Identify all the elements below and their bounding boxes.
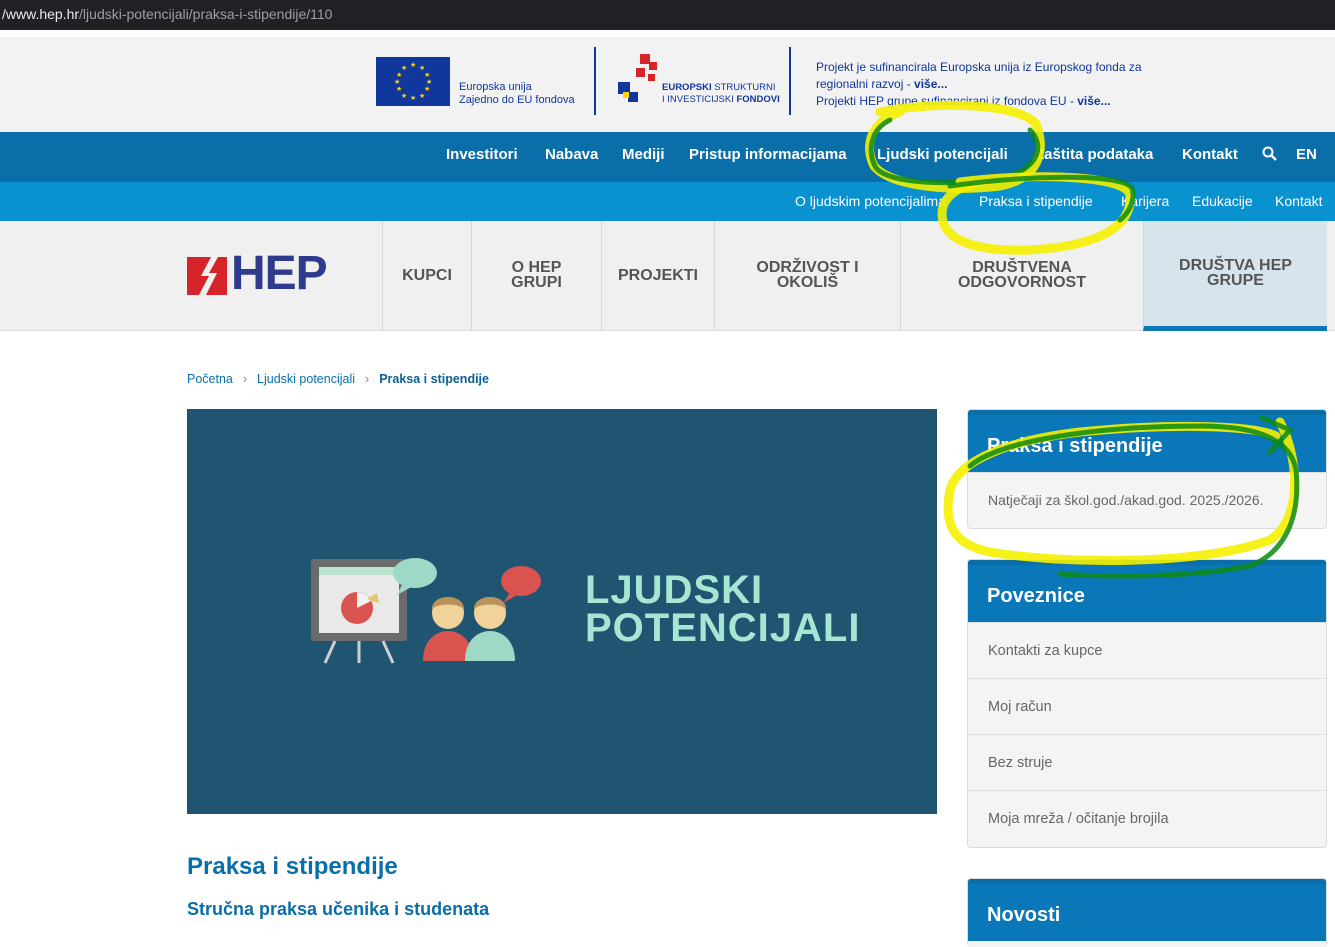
sidebar-link-moj-racun[interactable]: Moj račun	[968, 678, 1326, 734]
hero-banner: LJUDSKI POTENCIJALI	[187, 409, 937, 814]
url-host: /www.hep.hr	[2, 6, 80, 22]
sidebar-box-poveznice: Poveznice Kontakti za kupce Moj račun Be…	[967, 559, 1327, 848]
esif-logo-icon	[618, 54, 657, 102]
more-link[interactable]: više...	[1077, 94, 1110, 108]
top-navigation: Investitori Nabava Mediji Pristup inform…	[0, 132, 1335, 182]
sub-navigation: O ljudskim potencijalima Praksa i stipen…	[0, 182, 1335, 221]
sidebar-link-moja-mreza[interactable]: Moja mreža / očitanje brojila	[968, 790, 1326, 846]
page-title: Praksa i stipendije	[187, 853, 398, 880]
page-subtitle: Stručna praksa učenika i studenata	[187, 899, 490, 919]
more-link[interactable]: više...	[914, 77, 947, 91]
topnav-pristup-informacijama[interactable]: Pristup informacijama	[689, 132, 847, 182]
topnav-kontakt[interactable]: Kontakt	[1182, 132, 1238, 182]
breadcrumb-current: Praksa i stipendije	[379, 372, 489, 386]
divider	[594, 47, 596, 115]
search-icon[interactable]	[1262, 146, 1277, 166]
breadcrumb-home[interactable]: Početna	[187, 372, 233, 386]
browser-url-bar[interactable]: /www.hep.hr/ljudski-potencijali/praksa-i…	[0, 0, 1335, 30]
eu-flag-logo: ★ ★ ★ ★ ★ ★ ★ ★ ★ ★ ★ ★	[376, 57, 450, 106]
breadcrumb: Početna › Ljudski potencijali › Praksa i sti…	[187, 372, 489, 386]
topnav-nabava[interactable]: Nabava	[545, 132, 598, 182]
chevron-right-icon: ›	[242, 372, 248, 386]
mainnav-kupci[interactable]: KUPCI	[382, 221, 471, 331]
mainnav-o-hep-grupi[interactable]: O HEP GRUPI	[471, 221, 601, 331]
hep-bolt-icon	[187, 257, 227, 295]
subnav-kontakt[interactable]: Kontakt	[1275, 182, 1322, 221]
sidebar-box-praksa: Praksa i stipendije Natječaji za škol.go…	[967, 409, 1327, 529]
language-switch[interactable]: EN	[1296, 132, 1317, 182]
breadcrumb-section[interactable]: Ljudski potencijali	[257, 372, 355, 386]
mainnav-drustva-hep-grupe[interactable]: DRUŠTVA HEP GRUPE	[1143, 221, 1327, 331]
sidebar-link-bez-struje[interactable]: Bez struje	[968, 734, 1326, 790]
mainnav-projekti[interactable]: PROJEKTI	[601, 221, 714, 331]
subnav-praksa-i-stipendije[interactable]: Praksa i stipendije	[979, 182, 1093, 221]
mainnav-drustvena-odgovornost[interactable]: DRUŠTVENA ODGOVORNOST	[900, 221, 1143, 331]
url-path: /ljudski-potencijali/praksa-i-stipendije…	[79, 6, 333, 22]
topnav-ljudski-potencijali[interactable]: Ljudski potencijali	[877, 132, 1008, 182]
sidebar-link-natjecaji[interactable]: Natječaji za škol.god./akad.god. 2025./2…	[968, 472, 1326, 528]
mainnav-odrzivost-i-okolis[interactable]: ODRŽIVOST I OKOLIŠ	[714, 221, 900, 331]
sidebar-link-kontakti-za-kupce[interactable]: Kontakti za kupce	[968, 622, 1326, 678]
sidebar-box-title: Poveznice	[968, 560, 1326, 622]
main-navigation: HEP KUPCI O HEP GRUPI PROJEKTI ODRŽIVOST …	[0, 221, 1335, 331]
divider	[789, 47, 791, 115]
hero-title: LJUDSKI POTENCIJALI	[585, 568, 861, 650]
presentation-people-icon	[311, 558, 541, 664]
eu-logo-text: Europska unija Zajedno do EU fondova	[459, 81, 575, 106]
eu-funding-banner: ★ ★ ★ ★ ★ ★ ★ ★ ★ ★ ★ ★ Europska unija Zajedno do EU…	[0, 37, 1335, 132]
chevron-right-icon: ›	[365, 372, 370, 386]
topnav-zastita-podataka[interactable]: Zaštita podataka	[1035, 132, 1153, 182]
sidebar-box-novosti: Novosti	[967, 878, 1327, 947]
topnav-mediji[interactable]: Mediji	[622, 132, 665, 182]
subnav-edukacije[interactable]: Edukacije	[1192, 182, 1253, 221]
esif-logo-text: EUROPSKI STRUKTURNI I INVESTICIJSKI FONDO…	[662, 82, 780, 105]
sidebar-box-title: Novosti	[968, 879, 1326, 941]
sidebar-box-title: Praksa i stipendije	[968, 410, 1326, 472]
subnav-o-ljudskim-potencijalima[interactable]: O ljudskim potencijalima	[795, 182, 946, 221]
topnav-investitori[interactable]: Investitori	[446, 132, 518, 182]
eu-funding-notes: Projekt je sufinancirala Europska unija …	[816, 60, 1142, 108]
subnav-karijera[interactable]: Karijera	[1121, 182, 1169, 221]
